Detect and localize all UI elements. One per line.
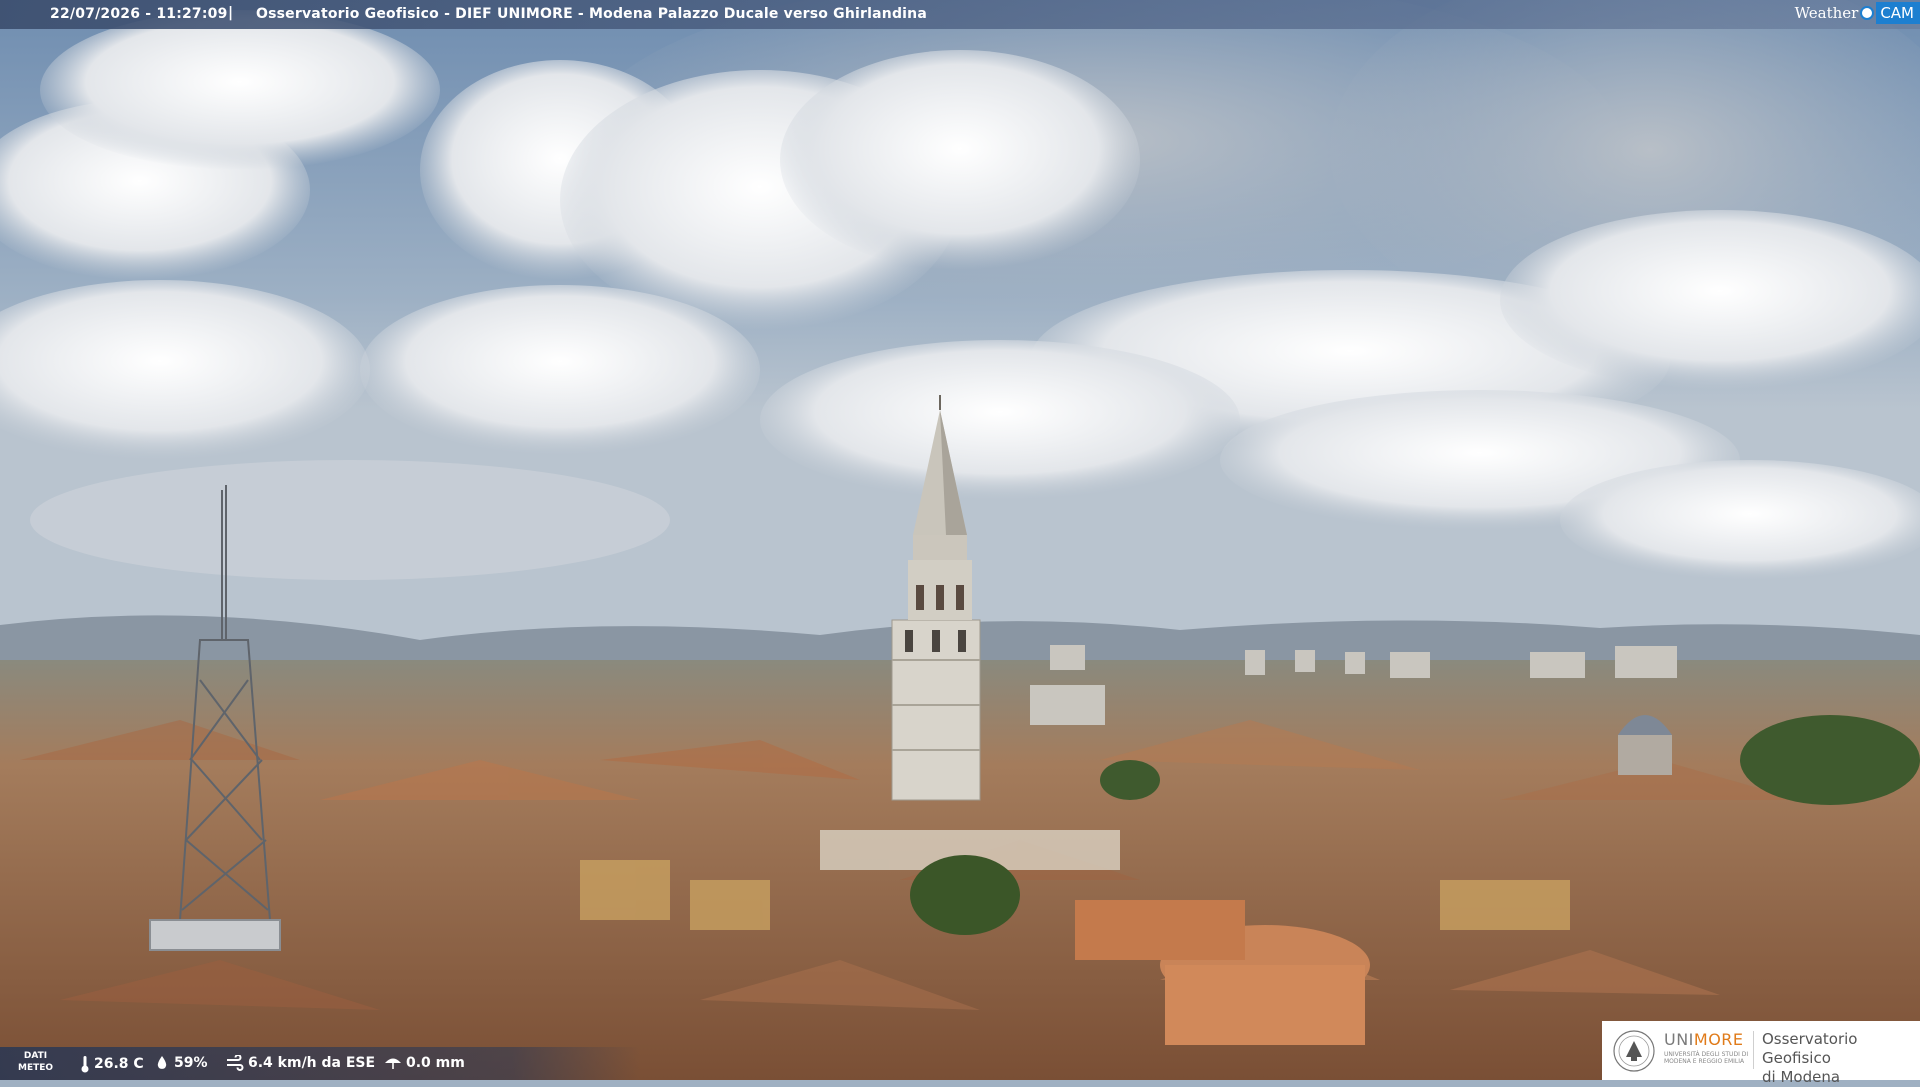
university-seal-icon	[1613, 1030, 1655, 1072]
humidity-drop-icon	[157, 1056, 167, 1069]
caption-separator: |	[228, 5, 234, 21]
weathercam-logo-weather: Weather	[1794, 4, 1859, 22]
observatory-name-line2: di Modena	[1762, 1068, 1841, 1086]
temperature-readout: 26.8 C	[80, 1055, 144, 1073]
webcam-scene	[0, 0, 1920, 1080]
humidity-value: 59%	[174, 1055, 208, 1071]
meteo-label-line1: DATI	[23, 1051, 48, 1061]
unimore-prefix: UNI	[1664, 1030, 1694, 1049]
timestamp: 22/07/2026 - 11:27:09	[50, 6, 228, 22]
unimore-suffix: MORE	[1693, 1030, 1744, 1049]
trees	[1740, 715, 1920, 805]
observatory-name: Osservatorio Geofisico di Modena	[1762, 1030, 1920, 1087]
rain-value: 0.0 mm	[406, 1055, 465, 1071]
umbrella-icon	[385, 1058, 401, 1069]
unimore-subtitle: UNIVERSITÀ DEGLI STUDI DI MODENA E REGGI…	[1664, 1051, 1749, 1065]
logo-divider	[1753, 1031, 1754, 1069]
meteo-label: DATI METEO	[18, 1050, 53, 1074]
unimore-wordmark: UNIMORE	[1664, 1030, 1744, 1049]
wind-value: 6.4 km/h da ESE	[248, 1055, 376, 1071]
webcam-caption-bar: 22/07/2026 - 11:27:09 | Osservatorio Geo…	[0, 0, 1920, 29]
weathercam-logo-cam: CAM	[1876, 2, 1920, 24]
wind-readout: 6.4 km/h da ESE	[226, 1055, 375, 1071]
thermometer-icon	[81, 1056, 89, 1073]
webcam-title: Osservatorio Geofisico - DIEF UNIMORE - …	[256, 6, 927, 22]
weathercam-logo: Weather CAM	[1795, 0, 1920, 26]
temperature-value: 26.8 C	[94, 1056, 144, 1072]
wind-icon	[227, 1055, 244, 1071]
meteo-data-bar: DATI METEO 26.8 C 59% 6.4 km/h da ESE 0.…	[0, 1047, 640, 1080]
meteo-label-line2: METEO	[18, 1063, 54, 1073]
observatory-name-line1: Osservatorio Geofisico	[1762, 1030, 1858, 1067]
humidity-readout: 59%	[154, 1055, 208, 1071]
observatory-logo: UNIMORE UNIVERSITÀ DEGLI STUDI DI MODENA…	[1602, 1021, 1920, 1086]
camera-lens-icon	[1860, 6, 1875, 20]
rain-readout: 0.0 mm	[384, 1055, 465, 1071]
